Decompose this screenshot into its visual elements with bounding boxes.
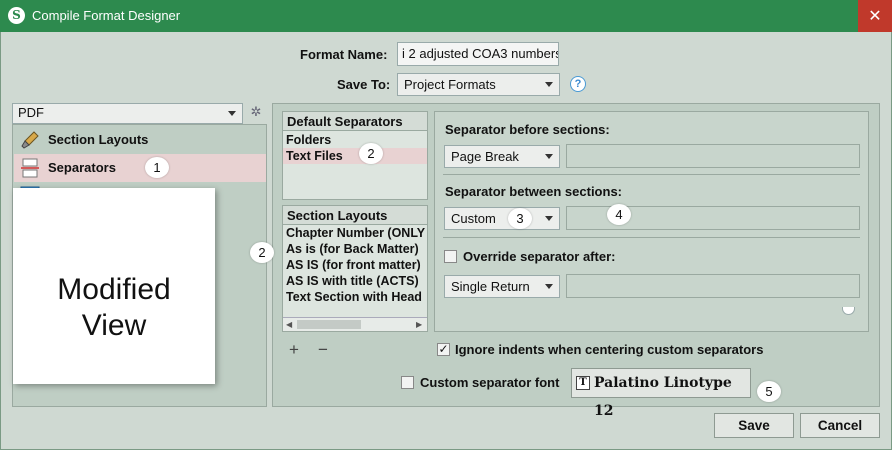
list-item[interactable]: AS IS with title (ACTS) [283,273,427,289]
separator-between-dropdown[interactable]: Custom [444,207,560,230]
add-icon[interactable]: + [289,340,299,360]
list-item[interactable]: Text Section with Head [283,289,427,305]
chevron-down-icon [228,111,236,116]
format-name-label: Format Name: [300,47,388,62]
window-title: Compile Format Designer [32,8,181,23]
scroll-right-icon[interactable]: ▶ [416,320,422,329]
separator-before-value: Page Break [451,149,519,164]
scroll-left-icon[interactable]: ◀ [286,320,292,329]
format-type-dropdown[interactable]: PDF [12,103,243,124]
title-bar: S Compile Format Designer ✕ [0,0,892,32]
overlay-line-1: Modified [57,273,171,306]
gear-icon[interactable]: ✲ [249,105,263,119]
separator-after-dropdown[interactable]: Single Return [444,275,560,298]
divider [443,237,860,238]
divider [443,174,860,175]
ignore-indents-checkbox[interactable]: ✓ [437,343,450,356]
annotation-badge: 2 [250,242,274,263]
brush-icon [21,131,39,149]
separator-between-label: Separator between sections: [445,184,622,199]
default-separators-header: Default Separators [283,112,427,131]
chevron-down-icon [545,284,553,289]
save-to-label: Save To: [337,77,391,92]
modified-view-overlay: Modified View [13,188,215,384]
list-item[interactable]: Folders [283,132,427,148]
separator-before-label: Separator before sections: [445,122,610,137]
separator-before-field[interactable] [566,144,860,168]
save-button[interactable]: Save [714,413,794,438]
save-to-dropdown[interactable]: Project Formats [397,73,560,96]
scrollbar-thumb[interactable] [297,320,361,329]
overlay-text: Modified View [13,272,215,344]
sidebar-item-label: Separators [48,160,116,175]
help-icon[interactable]: ? [570,76,586,92]
custom-font-checkbox[interactable] [401,376,414,389]
chevron-down-icon [545,216,553,221]
separator-between-value: Custom [451,211,496,226]
list-item[interactable]: Text Files [283,148,427,164]
annotation-badge: 3 [508,208,532,229]
cancel-button[interactable]: Cancel [800,413,880,438]
font-picker-button[interactable]: T Palatino Linotype 12 [571,368,751,419]
list-item[interactable]: Chapter Number (ONLY [283,225,427,241]
remove-icon[interactable]: − [318,340,328,360]
sidebar-item-section-layouts[interactable]: Section Layouts [14,126,266,154]
separator-after-field[interactable] [566,274,860,298]
section-layouts-header: Section Layouts [283,206,427,225]
override-separator-label: Override separator after: [463,249,616,264]
horizontal-scrollbar[interactable]: ◀ ▶ [283,317,427,331]
annotation-badge: 5 [757,381,781,402]
separator-before-dropdown[interactable]: Page Break [444,145,560,168]
close-button[interactable]: ✕ [858,0,892,32]
app-logo-icon: S [8,7,25,24]
list-item[interactable]: As is (for Back Matter) [283,241,427,257]
section-layouts-list: Section Layouts Chapter Number (ONLY As … [282,205,428,332]
format-name-input[interactable]: i 2 adjusted COA3 numbers [397,42,559,66]
chevron-down-icon [545,154,553,159]
font-icon: T [576,376,590,390]
override-separator-checkbox[interactable] [444,250,457,263]
custom-font-label: Custom separator font [420,375,560,390]
separator-icon [21,158,39,178]
format-type-value: PDF [18,105,44,120]
list-item[interactable]: AS IS (for front matter) [283,257,427,273]
chevron-down-icon [545,82,553,87]
separator-after-value: Single Return [451,279,530,294]
overlay-line-2: View [81,309,147,342]
annotation-badge: 1 [145,157,169,178]
annotation-badge: 4 [607,204,631,225]
sidebar-item-label: Section Layouts [48,132,149,147]
default-separators-list: Default Separators Folders Text Files [282,111,428,200]
sidebar-item-separators[interactable]: Separators [14,154,266,182]
annotation-badge: 2 [359,143,383,164]
ignore-indents-label: Ignore indents when centering custom sep… [455,342,764,357]
save-to-value: Project Formats [404,77,496,92]
